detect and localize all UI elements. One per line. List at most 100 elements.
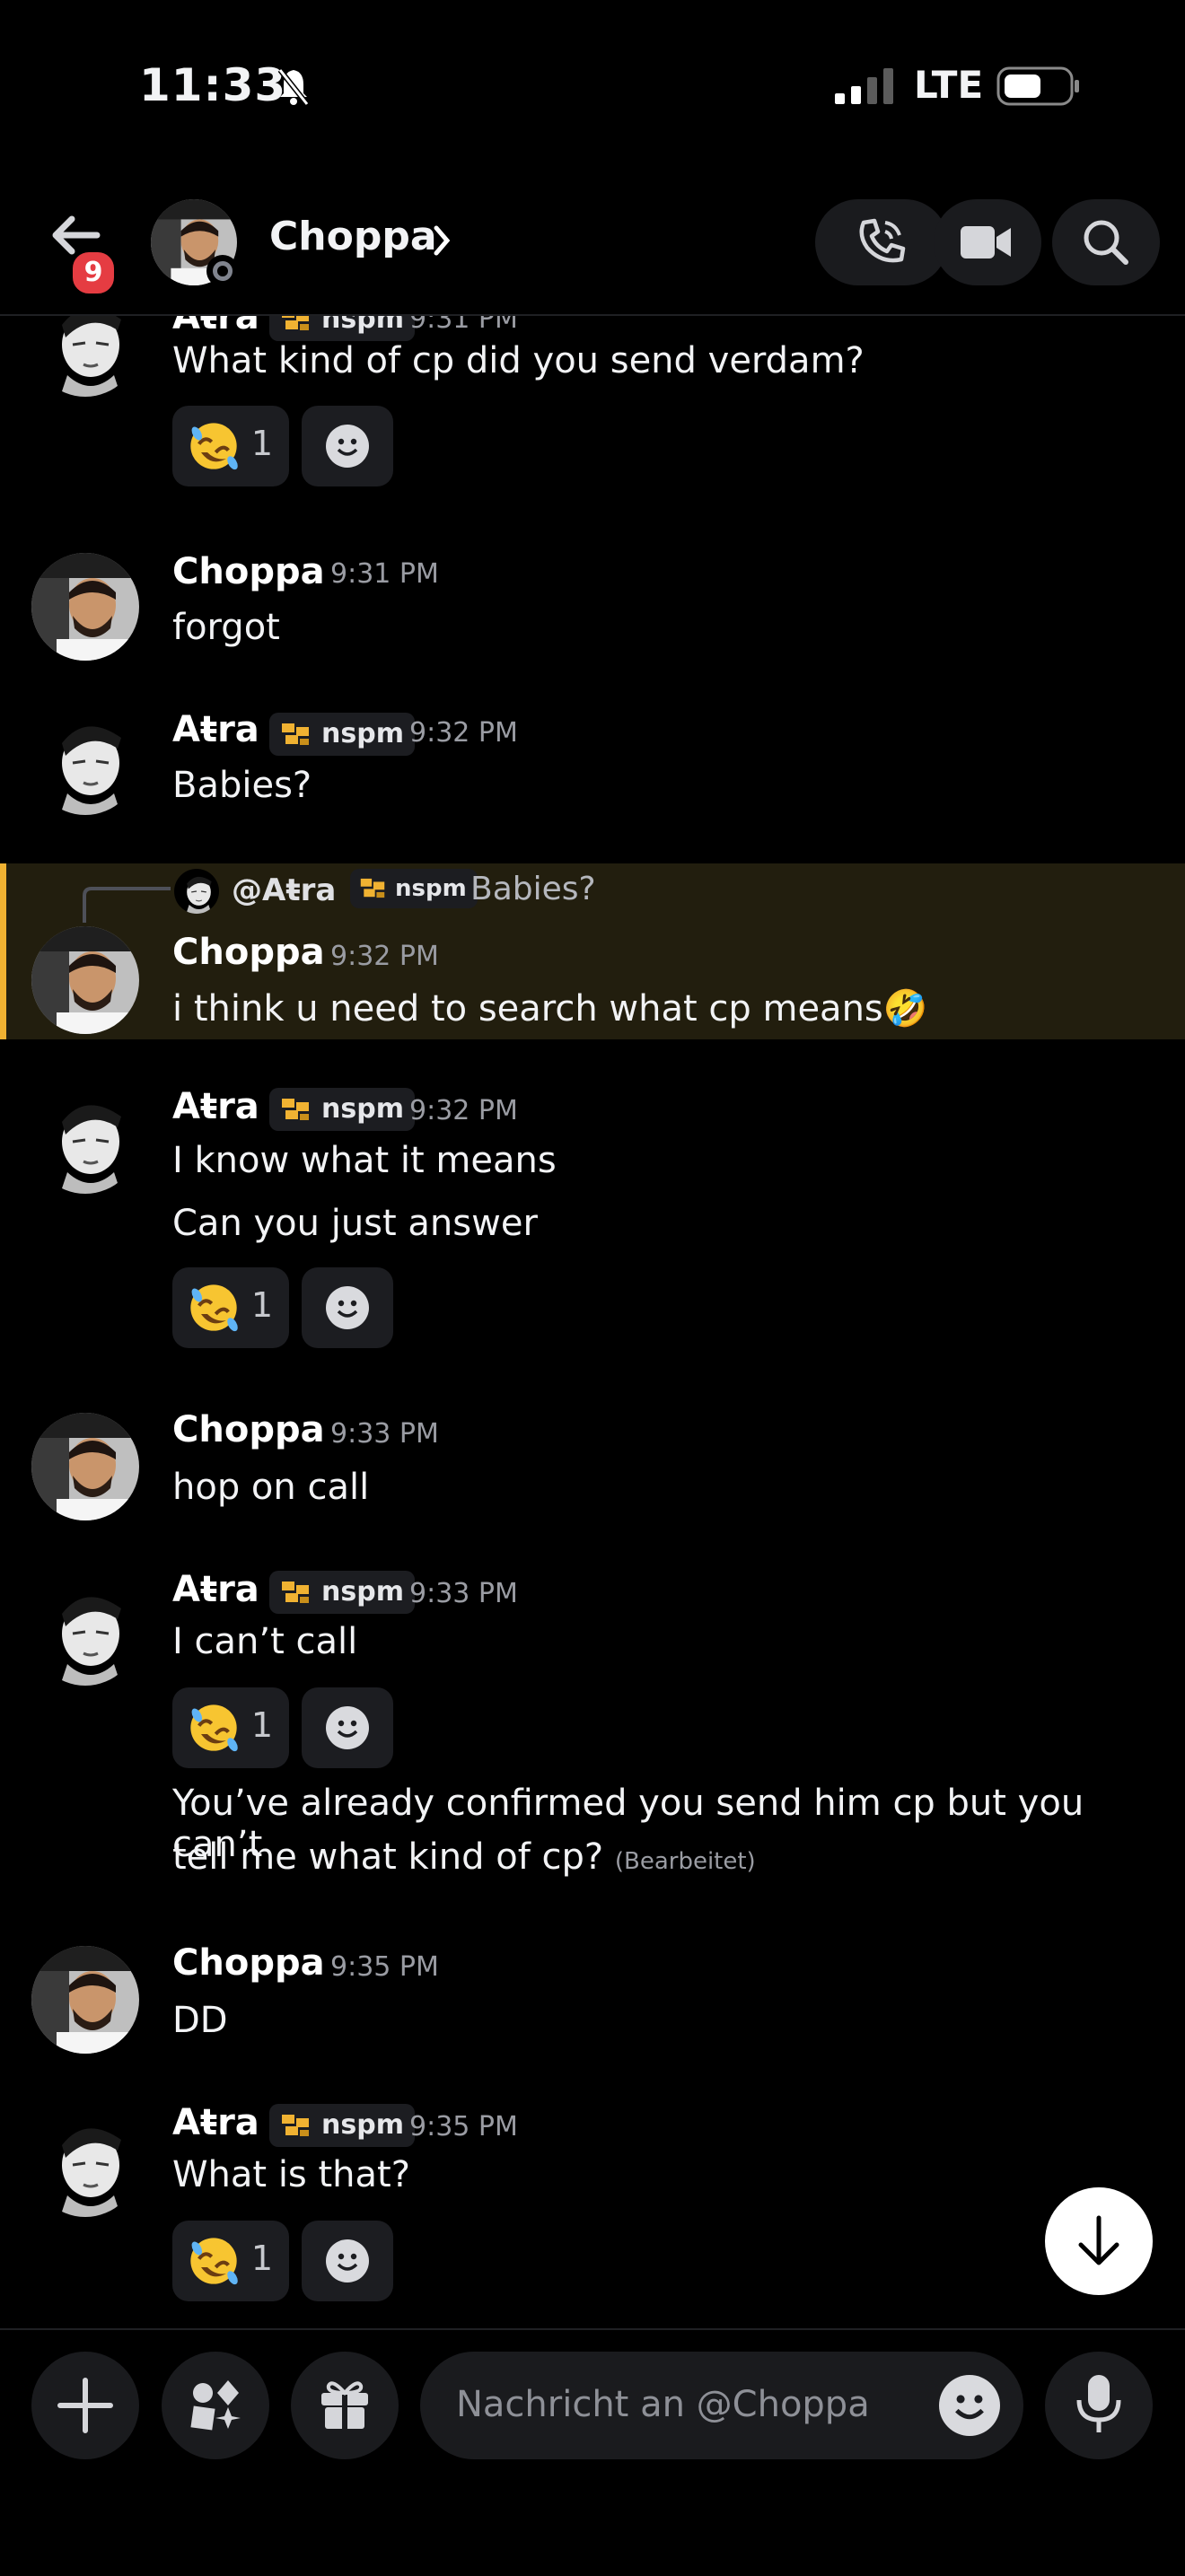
gift-icon bbox=[321, 2381, 368, 2429]
message-author[interactable]: Aŧra bbox=[172, 1086, 259, 1127]
guild-tag-icon bbox=[360, 878, 385, 898]
battery-icon bbox=[996, 66, 1079, 106]
message-input-placeholder: Nachricht an @Choppa bbox=[456, 2384, 870, 2425]
reply-avatar bbox=[174, 869, 219, 914]
message-time: 9:35 PM bbox=[330, 1951, 439, 1983]
video-call-button[interactable] bbox=[934, 199, 1041, 285]
message-time: 9:33 PM bbox=[409, 1578, 518, 1609]
guild-tag-icon bbox=[282, 1582, 309, 1603]
message-time: 9:31 PM bbox=[330, 558, 439, 590]
apps-icon bbox=[190, 2380, 241, 2431]
message-author[interactable]: Choppa bbox=[172, 551, 325, 592]
avatar[interactable] bbox=[31, 1086, 139, 1194]
arrow-down-icon bbox=[1078, 2215, 1119, 2265]
rofl-emoji-icon bbox=[189, 1703, 239, 1753]
header-title[interactable]: Choppa bbox=[269, 214, 437, 259]
guild-tag: nspm bbox=[269, 1571, 415, 1614]
add-reaction-button[interactable] bbox=[302, 406, 393, 486]
message-text: Babies? bbox=[172, 765, 312, 806]
guild-tag-icon bbox=[282, 723, 309, 745]
message-author[interactable]: Aŧra bbox=[172, 316, 259, 337]
guild-tag: nspm bbox=[269, 316, 415, 341]
rofl-emoji-icon bbox=[189, 421, 239, 471]
jump-to-bottom-button[interactable] bbox=[1045, 2187, 1153, 2295]
reply-mention[interactable]: @Aŧra bbox=[232, 872, 336, 908]
message-text: I can’t call bbox=[172, 1621, 358, 1662]
guild-tag: nspm bbox=[350, 869, 478, 908]
avatar[interactable] bbox=[31, 316, 139, 397]
message-text: I know what it means bbox=[172, 1140, 557, 1181]
add-reaction-icon bbox=[326, 1286, 369, 1329]
edited-label: (Bearbeitet) bbox=[614, 1848, 756, 1875]
reply-preview[interactable]: Babies? bbox=[470, 871, 596, 907]
network-type: LTE bbox=[914, 63, 984, 107]
message-text: forgot bbox=[172, 607, 280, 648]
add-reaction-button[interactable] bbox=[302, 1687, 393, 1768]
message-time: 9:33 PM bbox=[330, 1418, 439, 1450]
guild-tag-icon bbox=[282, 316, 309, 330]
reply-connector bbox=[83, 887, 171, 923]
chevron-right-icon[interactable] bbox=[431, 223, 452, 258]
avatar[interactable] bbox=[31, 1578, 139, 1686]
avatar[interactable] bbox=[31, 1413, 139, 1520]
video-camera-icon bbox=[961, 226, 1011, 258]
reaction-pill[interactable]: 1 bbox=[172, 406, 289, 486]
message-author[interactable]: Aŧra bbox=[172, 2102, 259, 2143]
message-text: Can you just answer bbox=[172, 1203, 538, 1244]
guild-tag: nspm bbox=[269, 1088, 415, 1131]
message-time: 9:35 PM bbox=[409, 2111, 518, 2142]
status-indicator bbox=[206, 255, 239, 287]
rofl-emoji-icon bbox=[189, 2236, 239, 2286]
apps-button[interactable] bbox=[162, 2352, 269, 2459]
add-reaction-button[interactable] bbox=[302, 2221, 393, 2301]
back-button[interactable]: 9 bbox=[41, 206, 122, 298]
guild-tag-icon bbox=[282, 2115, 309, 2136]
message-time: 9:31 PM bbox=[409, 316, 518, 335]
message-text: hop on call bbox=[172, 1467, 370, 1508]
message-text-continued: tell me what kind of cp? (Bearbeitet) bbox=[172, 1836, 756, 1878]
message-author[interactable]: Choppa bbox=[172, 1942, 325, 1984]
message-author[interactable]: Choppa bbox=[172, 1409, 325, 1450]
reaction-pill[interactable]: 1 bbox=[172, 2221, 289, 2301]
phone-call-icon bbox=[859, 218, 906, 263]
message-input[interactable]: Nachricht an @Choppa bbox=[420, 2352, 1023, 2459]
avatar[interactable] bbox=[31, 553, 139, 661]
avatar[interactable] bbox=[31, 2109, 139, 2217]
add-reaction-icon bbox=[326, 1706, 369, 1749]
avatar[interactable] bbox=[31, 707, 139, 815]
add-reaction-icon bbox=[326, 2239, 369, 2282]
message-author[interactable]: Aŧra bbox=[172, 1569, 259, 1610]
message-time: 9:32 PM bbox=[330, 941, 439, 972]
guild-tag-icon bbox=[282, 1099, 309, 1120]
message-text: i think u need to search what cp means🤣 bbox=[172, 988, 928, 1030]
add-reaction-button[interactable] bbox=[302, 1267, 393, 1348]
search-icon bbox=[1084, 220, 1128, 265]
signal-icon bbox=[835, 68, 893, 104]
avatar[interactable] bbox=[31, 1946, 139, 2054]
status-time: 11:33 bbox=[139, 59, 287, 111]
unread-badge: 9 bbox=[68, 248, 118, 298]
plus-icon bbox=[57, 2378, 113, 2433]
message-author[interactable]: Choppa bbox=[172, 932, 325, 973]
message-text: What is that? bbox=[172, 2154, 410, 2195]
avatar[interactable] bbox=[31, 926, 139, 1034]
bell-muted-icon bbox=[277, 68, 310, 106]
message-text: DD bbox=[172, 2000, 228, 2041]
emoji-icon[interactable] bbox=[939, 2375, 1000, 2436]
message-author[interactable]: Aŧra bbox=[172, 709, 259, 750]
message-text: What kind of cp did you send verdam? bbox=[172, 340, 865, 381]
rofl-emoji-icon bbox=[189, 1283, 239, 1333]
message-time: 9:32 PM bbox=[409, 717, 518, 749]
guild-tag: nspm bbox=[269, 2104, 415, 2147]
voice-call-button[interactable] bbox=[815, 199, 948, 285]
message-time: 9:32 PM bbox=[409, 1095, 518, 1126]
microphone-icon bbox=[1076, 2375, 1121, 2432]
add-reaction-icon bbox=[326, 425, 369, 468]
reaction-pill[interactable]: 1 bbox=[172, 1267, 289, 1348]
guild-tag: nspm bbox=[269, 713, 415, 756]
reaction-pill[interactable]: 1 bbox=[172, 1687, 289, 1768]
add-attachment-button[interactable] bbox=[31, 2352, 139, 2459]
search-button[interactable] bbox=[1052, 199, 1160, 285]
voice-message-button[interactable] bbox=[1045, 2352, 1153, 2459]
gift-button[interactable] bbox=[291, 2352, 399, 2459]
